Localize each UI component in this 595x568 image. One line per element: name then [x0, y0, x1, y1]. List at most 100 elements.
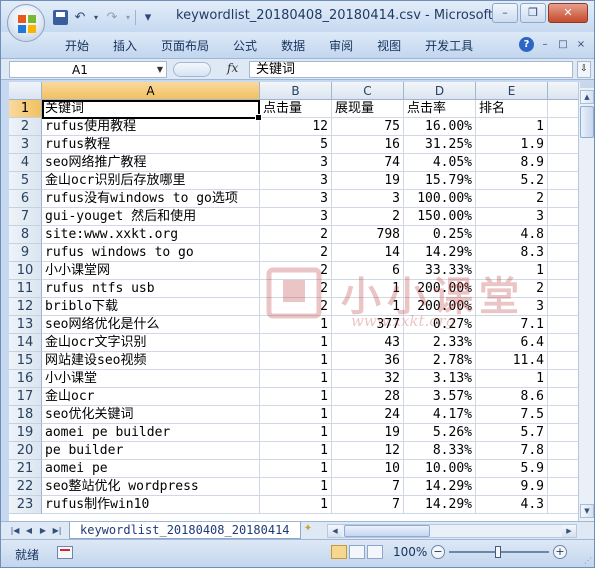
cell-d17[interactable]: 3.57% [404, 388, 476, 406]
cell-b5[interactable]: 3 [260, 172, 332, 190]
cell-b16[interactable]: 1 [260, 370, 332, 388]
select-all-button[interactable] [9, 82, 42, 100]
cell-e18[interactable]: 7.5 [476, 406, 548, 424]
cell-e4[interactable]: 8.9 [476, 154, 548, 172]
cell-e15[interactable]: 11.4 [476, 352, 548, 370]
row-header[interactable]: 14 [9, 334, 42, 352]
cell-c9[interactable]: 14 [332, 244, 404, 262]
horizontal-scroll-thumb[interactable] [344, 525, 430, 537]
cell-b1[interactable]: 点击量 [260, 100, 332, 118]
column-header-f[interactable] [548, 82, 578, 100]
column-header-a[interactable]: A [42, 82, 260, 100]
cell-d6[interactable]: 100.00% [404, 190, 476, 208]
page-layout-view-icon[interactable] [349, 545, 365, 559]
workbook-close-icon[interactable]: × [574, 38, 588, 52]
chevron-down-icon[interactable]: ▼ [157, 65, 163, 74]
cell-d11[interactable]: 200.00% [404, 280, 476, 298]
insert-sheet-icon[interactable]: ✦ [297, 523, 319, 538]
prev-sheet-icon[interactable]: ◀ [23, 524, 35, 537]
macro-record-icon[interactable] [57, 546, 73, 559]
cell-empty[interactable] [548, 172, 578, 190]
cell-empty[interactable] [548, 478, 578, 496]
cell-empty[interactable] [548, 118, 578, 136]
cell-a8[interactable]: site:www.xxkt.org [42, 226, 260, 244]
cell-b14[interactable]: 1 [260, 334, 332, 352]
scroll-right-icon[interactable]: ▶ [562, 525, 576, 537]
row-header[interactable]: 3 [9, 136, 42, 154]
column-header-d[interactable]: D [404, 82, 476, 100]
row-header[interactable]: 7 [9, 208, 42, 226]
row-header[interactable]: 8 [9, 226, 42, 244]
cell-e10[interactable]: 1 [476, 262, 548, 280]
cell-b20[interactable]: 1 [260, 442, 332, 460]
tab-view[interactable]: 视图 [365, 37, 413, 55]
row-header[interactable]: 21 [9, 460, 42, 478]
cell-empty[interactable] [548, 424, 578, 442]
row-header[interactable]: 22 [9, 478, 42, 496]
cell-e14[interactable]: 6.4 [476, 334, 548, 352]
cell-a21[interactable]: aomei pe [42, 460, 260, 478]
row-header[interactable]: 12 [9, 298, 42, 316]
cell-e2[interactable]: 1 [476, 118, 548, 136]
insert-function-icon[interactable]: fx [227, 61, 238, 75]
cell-b23[interactable]: 1 [260, 496, 332, 514]
cell-a23[interactable]: rufus制作win10 [42, 496, 260, 514]
cell-d8[interactable]: 0.25% [404, 226, 476, 244]
cell-b3[interactable]: 5 [260, 136, 332, 154]
cell-d1[interactable]: 点击率 [404, 100, 476, 118]
cell-d16[interactable]: 3.13% [404, 370, 476, 388]
cell-empty[interactable] [548, 280, 578, 298]
redo-icon[interactable]: ↷ [103, 10, 121, 25]
cell-a9[interactable]: rufus windows to go [42, 244, 260, 262]
cell-a13[interactable]: seo网络优化是什么 [42, 316, 260, 334]
office-button[interactable] [7, 4, 45, 42]
undo-dropdown-icon[interactable]: ▾ [92, 13, 100, 22]
cell-e8[interactable]: 4.8 [476, 226, 548, 244]
cell-b4[interactable]: 3 [260, 154, 332, 172]
cell-e11[interactable]: 2 [476, 280, 548, 298]
cell-c20[interactable]: 12 [332, 442, 404, 460]
cell-b19[interactable]: 1 [260, 424, 332, 442]
cell-a16[interactable]: 小小课堂 [42, 370, 260, 388]
cell-b15[interactable]: 1 [260, 352, 332, 370]
cell-d5[interactable]: 15.79% [404, 172, 476, 190]
tab-insert[interactable]: 插入 [101, 37, 149, 55]
cell-d22[interactable]: 14.29% [404, 478, 476, 496]
cell-d4[interactable]: 4.05% [404, 154, 476, 172]
minimize-button[interactable]: – [492, 3, 518, 23]
cell-b17[interactable]: 1 [260, 388, 332, 406]
tab-formulas[interactable]: 公式 [221, 37, 269, 55]
cell-e19[interactable]: 5.7 [476, 424, 548, 442]
cell-e17[interactable]: 8.6 [476, 388, 548, 406]
cell-empty[interactable] [548, 460, 578, 478]
row-header[interactable]: 13 [9, 316, 42, 334]
cell-empty[interactable] [548, 244, 578, 262]
split-box[interactable] [580, 82, 594, 88]
cell-a3[interactable]: rufus教程 [42, 136, 260, 154]
cell-c2[interactable]: 75 [332, 118, 404, 136]
cell-a12[interactable]: briblo下载 [42, 298, 260, 316]
normal-view-icon[interactable] [331, 545, 347, 559]
row-header[interactable]: 15 [9, 352, 42, 370]
row-header[interactable]: 11 [9, 280, 42, 298]
row-header[interactable]: 23 [9, 496, 42, 514]
cell-d23[interactable]: 14.29% [404, 496, 476, 514]
vertical-scroll-thumb[interactable] [580, 106, 594, 138]
cell-a15[interactable]: 网站建设seo视频 [42, 352, 260, 370]
row-header[interactable]: 9 [9, 244, 42, 262]
scroll-down-icon[interactable]: ▼ [580, 504, 594, 518]
row-header[interactable]: 19 [9, 424, 42, 442]
workbook-restore-icon[interactable]: □ [556, 38, 570, 52]
cell-b18[interactable]: 1 [260, 406, 332, 424]
cell-empty[interactable] [548, 442, 578, 460]
close-button[interactable]: ✕ [548, 3, 588, 23]
cell-d3[interactable]: 31.25% [404, 136, 476, 154]
cell-e12[interactable]: 3 [476, 298, 548, 316]
cell-empty[interactable] [548, 136, 578, 154]
workbook-minimize-icon[interactable]: – [538, 38, 552, 52]
row-header[interactable]: 5 [9, 172, 42, 190]
row-header[interactable]: 10 [9, 262, 42, 280]
next-sheet-icon[interactable]: ▶ [37, 524, 49, 537]
cell-b6[interactable]: 3 [260, 190, 332, 208]
cell-c23[interactable]: 7 [332, 496, 404, 514]
